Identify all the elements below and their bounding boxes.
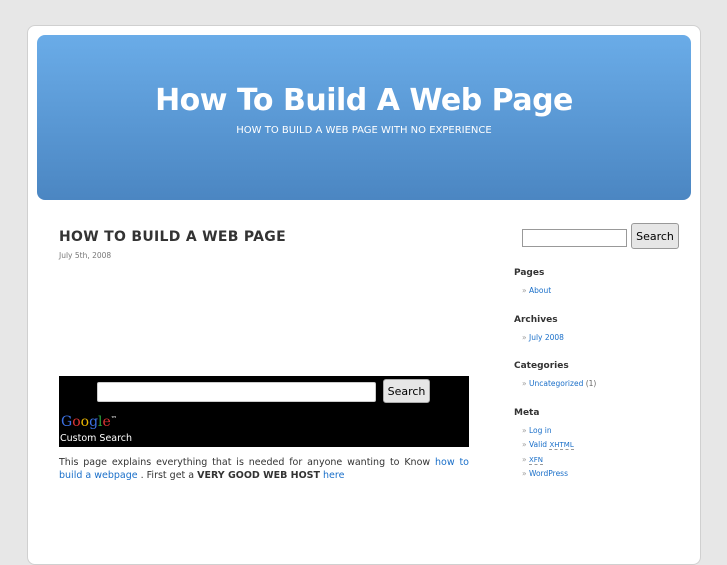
post: HOW TO BUILD A WEB PAGE July 5th, 2008 S… [59,229,469,482]
pages-heading: Pages [514,268,545,278]
host-link[interactable]: here [323,470,344,481]
xhtml-abbr: XHTML [549,441,574,450]
category-link[interactable]: Uncategorized [529,379,583,388]
archives-heading: Archives [514,314,558,325]
xfn-link[interactable]: XFN [528,455,544,465]
sidebar-search-button[interactable]: Search [631,223,679,249]
sidebar-search-input[interactable] [522,229,627,247]
page-link-about[interactable]: About [529,286,551,295]
xfn-abbr: XFN [528,455,544,465]
categories-heading: Categories [514,361,569,371]
wordpress-link[interactable]: WordPress [529,469,568,478]
trademark: ™ [110,415,117,423]
page-container: How To Build A Web Page HOW TO BUILD A W… [27,25,701,565]
header: How To Build A Web Page HOW TO BUILD A W… [37,35,691,200]
bold-text: VERY GOOD WEB HOST [197,470,320,481]
post-title[interactable]: HOW TO BUILD A WEB PAGE [59,229,469,245]
valid-xhtml-link[interactable]: Valid XHTML [528,440,574,450]
google-logo: Google™ [61,414,117,430]
google-search-input[interactable] [97,382,376,402]
meta-heading: Meta [514,407,540,418]
login-link[interactable]: Log in [529,426,552,435]
body-text: . First get a [137,470,198,481]
archive-link[interactable]: July 2008 [529,333,564,342]
google-custom-search: Search Google™ Custom Search [59,376,469,447]
post-date: July 5th, 2008 [59,251,112,260]
post-body: This page explains everything that is ne… [59,456,469,482]
custom-search-caption: Custom Search [60,433,133,444]
valid-label: Valid [528,440,550,449]
category-count: (1) [585,379,597,388]
google-search-button[interactable]: Search [383,379,430,403]
site-title[interactable]: How To Build A Web Page [37,83,691,118]
site-description: HOW TO BUILD A WEB PAGE WITH NO EXPERIEN… [236,125,492,136]
body-text: This page explains everything that is ne… [59,457,436,468]
